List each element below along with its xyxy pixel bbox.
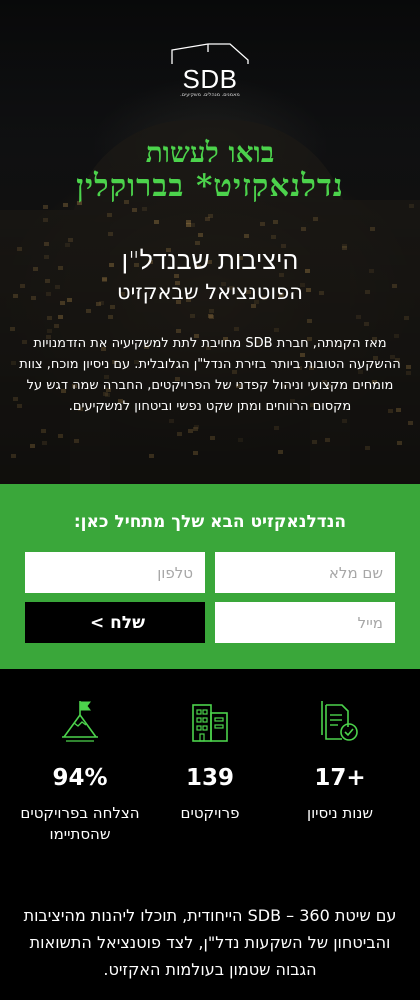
stat-label: הצלחה בפרויקטים שהסתיימו <box>20 804 140 843</box>
stat-value: +17 <box>314 765 366 791</box>
full-name-input[interactable] <box>215 552 395 593</box>
stats-section: +17 שנות ניסיון 139 פרויקטים 94% הצלחה ב… <box>0 669 420 1000</box>
logo-text: SDB <box>182 64 238 94</box>
documents-check-icon <box>275 699 405 743</box>
sdb-logo[interactable]: SDB מאמנים. מנהלים. משקיעים. <box>168 42 252 104</box>
stat-label: פרויקטים <box>180 804 240 822</box>
hero-section: SDB מאמנים. מנהלים. משקיעים. בואו לעשות … <box>0 0 420 484</box>
form-title: הנדלנאקזיט הבא שלך מתחיל כאן: <box>73 512 347 532</box>
headline-2: הפוטנציאל שבאקזיט <box>117 280 303 304</box>
email-input[interactable] <box>215 602 395 643</box>
mountain-flag-icon <box>15 699 145 743</box>
promo-line-2: נדלנאקזיט* בברוקלין <box>76 168 344 204</box>
buildings-icon <box>145 699 275 743</box>
stat-value: 139 <box>185 765 234 791</box>
lead-form: הנדלנאקזיט הבא שלך מתחיל כאן: שלח > <box>0 484 420 669</box>
submit-button[interactable]: שלח > <box>25 602 205 643</box>
stat-label: שנות ניסיון <box>307 804 373 822</box>
promo-line-1: בואו לעשות <box>145 136 275 169</box>
stat-value: 94% <box>52 765 108 791</box>
headline-1: היציבות שבנדל"ן <box>121 246 299 275</box>
closing-paragraph: עם שיטת SDB – 360 הייחודית, תוכלו ליהנות… <box>23 906 397 979</box>
phone-input[interactable] <box>25 552 205 593</box>
logo-tagline: מאמנים. מנהלים. משקיעים. <box>180 92 240 98</box>
intro-paragraph: מאז הקמתה, חברת SDB מחויבת לתת למשקיעיה … <box>19 336 401 414</box>
